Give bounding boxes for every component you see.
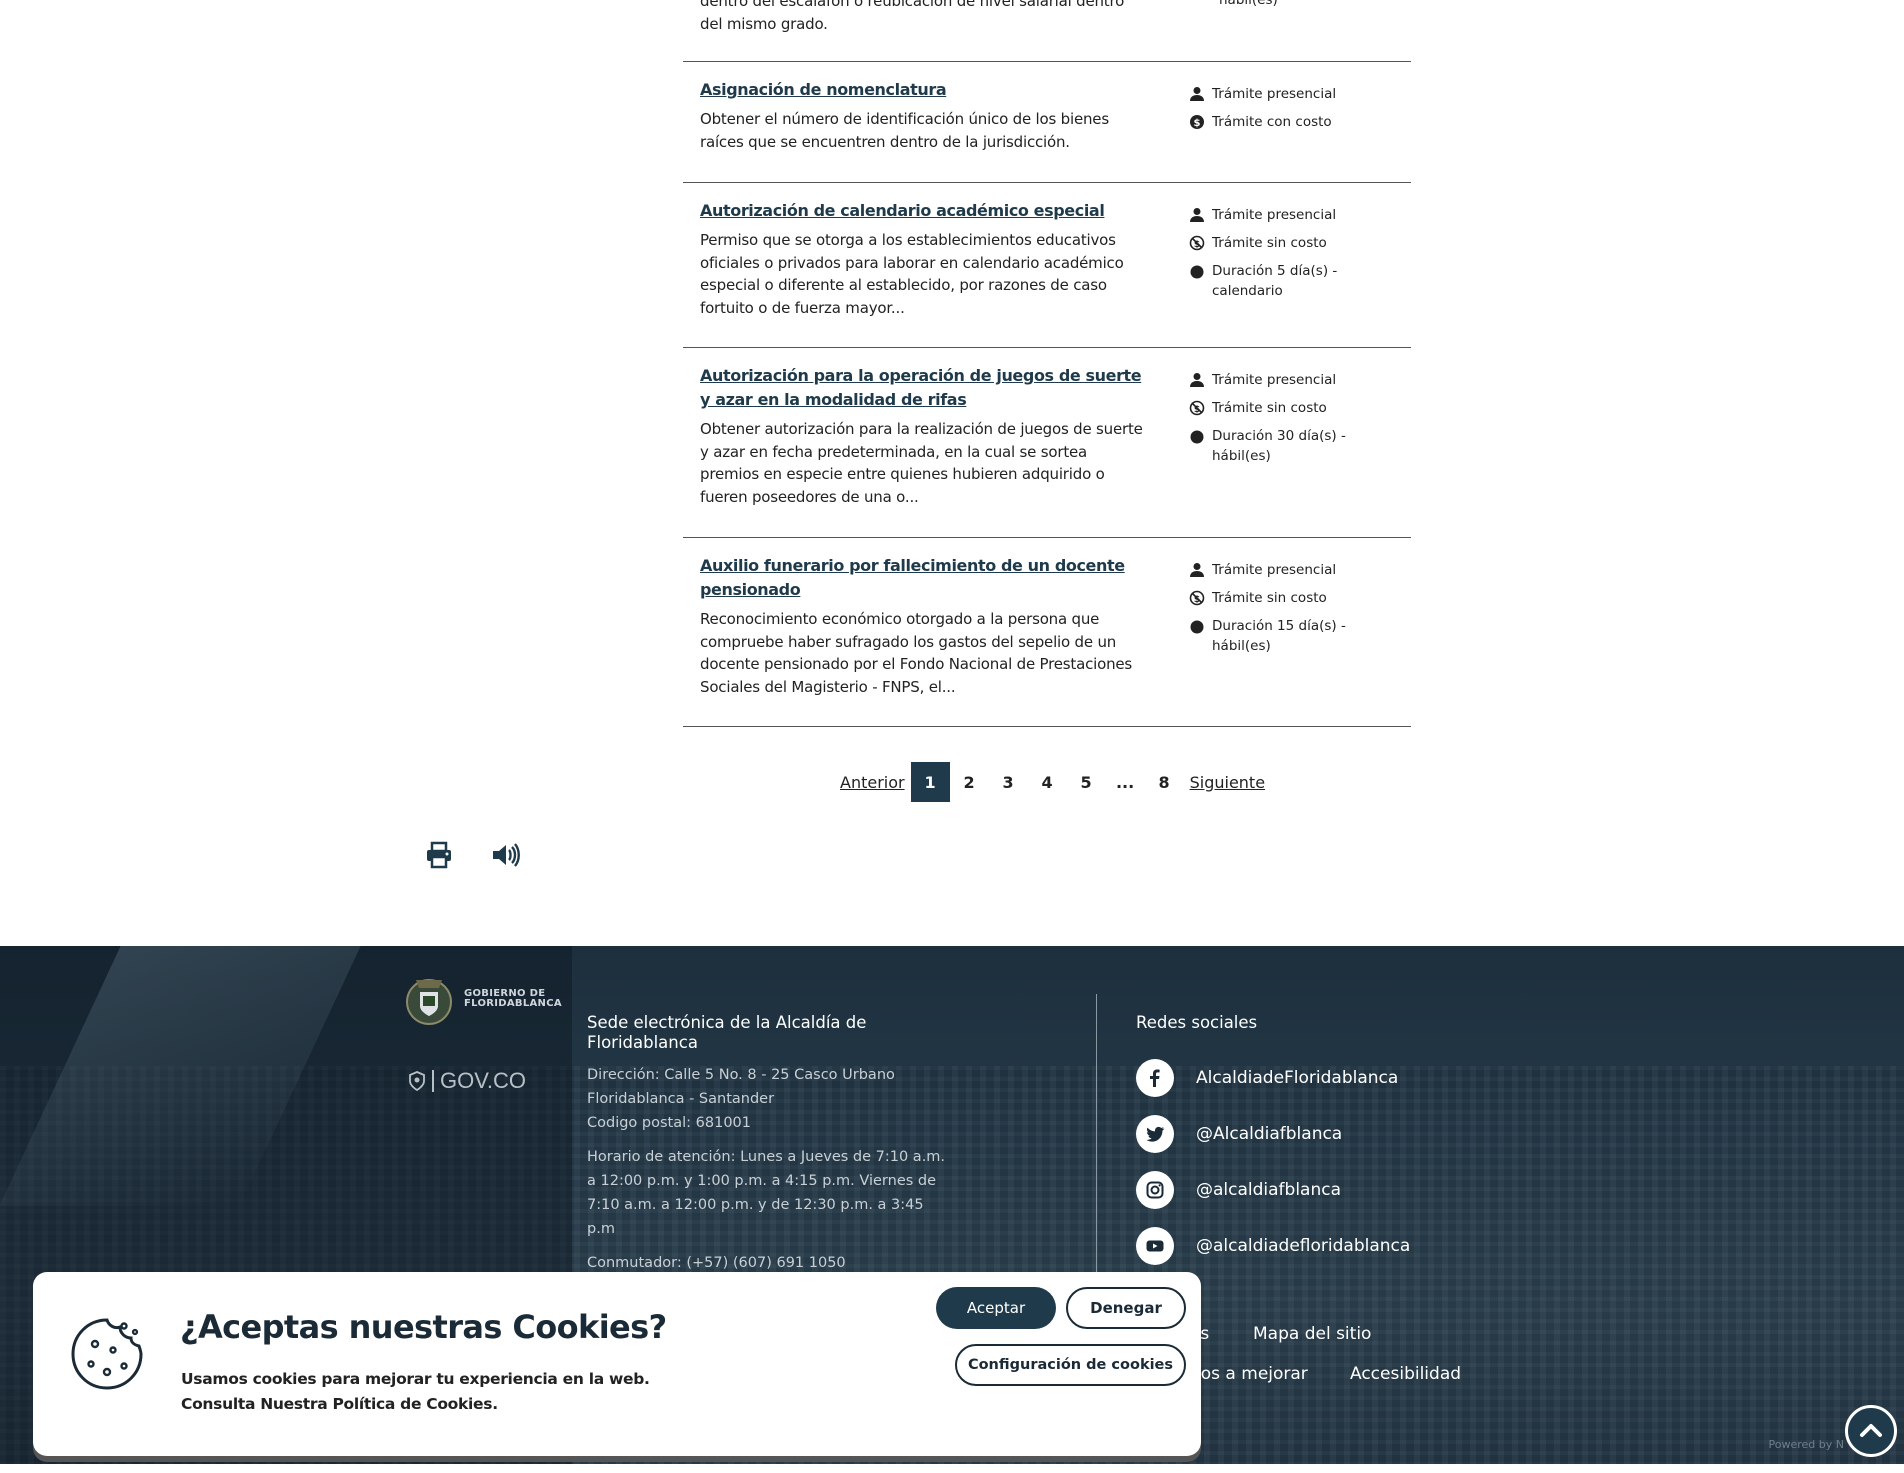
instagram-link[interactable]: @alcaldiafblanca [1136,1171,1410,1209]
cookie-policy-link[interactable]: Consulta Nuestra Política de Cookies. [181,1392,650,1417]
modality-info: Trámite presencial [1189,205,1389,225]
no-cost-icon: $ [1189,235,1205,251]
person-icon [1189,207,1205,223]
accept-cookies-button[interactable]: Aceptar [936,1287,1056,1329]
pagination-prev-link[interactable]: Anterior [834,773,911,792]
deny-cookies-button[interactable]: Denegar [1066,1287,1186,1329]
footer-divider [1096,994,1097,1274]
procedure-item: dentro del escalafón o reubicación de ni… [683,0,1411,62]
svg-text:$: $ [1194,118,1201,129]
cookie-text: Usamos cookies para mejorar tu experienc… [181,1367,650,1417]
government-logo[interactable]: GOBIERNO DE FLORIDABLANCA [402,972,562,1026]
help-us-improve-link[interactable]: nos a mejorar [1190,1364,1308,1384]
facebook-link[interactable]: AlcaldiadeFloridablanca [1136,1059,1410,1097]
instagram-icon [1146,1181,1164,1199]
cookie-text-line: Usamos cookies para mejorar tu experienc… [181,1370,650,1388]
cookie-icon [71,1318,143,1390]
scroll-to-top-button[interactable] [1845,1405,1897,1457]
cookie-settings-button[interactable]: Configuración de cookies [955,1344,1186,1386]
cost-info: $ Trámite sin costo [1189,588,1389,608]
duration-info: Duración 30 día(s) - hábil(es) [1189,426,1389,466]
sede-title: Sede electrónica de la Alcaldía de Flori… [587,1013,867,1052]
social-networks: Redes sociales AlcaldiadeFloridablanca @… [1136,1013,1410,1265]
procedure-title-link[interactable]: Auxilio funerario por fallecimiento de u… [700,554,1150,602]
contact-info: Sede electrónica de la Alcaldía de Flori… [587,1013,947,1275]
cookie-banner: ¿Aceptas nuestras Cookies? Usamos cookie… [33,1272,1201,1456]
cost-info: $ Trámite con costo [1189,112,1389,132]
modality-info: Trámite presencial [1189,370,1389,390]
procedure-item: Asignación de nomenclatura Obtener el nú… [683,62,1411,183]
twitter-link[interactable]: @Alcaldiafblanca [1136,1115,1410,1153]
duration-info: Duración 5 día(s) - calendario [1189,261,1389,301]
duration-info: hábil(es) [1219,0,1278,8]
twitter-icon [1146,1126,1165,1142]
procedure-description: Permiso que se otorga a los establecimie… [700,231,1124,317]
pagination-page-8[interactable]: 8 [1145,762,1184,802]
pagination-page-1[interactable]: 1 [910,762,950,802]
procedure-title-link[interactable]: Autorización de calendario académico esp… [700,199,1150,223]
youtube-icon [1146,1240,1164,1252]
cost-icon: $ [1189,114,1205,130]
no-cost-icon: $ [1189,400,1205,416]
procedure-description: Obtener autorización para la realización… [700,420,1143,506]
shield-icon [409,1071,425,1091]
procedure-item: Autorización de calendario académico esp… [683,183,1411,348]
pagination-page-4[interactable]: 4 [1028,762,1067,802]
clock-icon [1189,263,1205,279]
office-hours-text: Horario de atención: Lunes a Jueves de 7… [587,1149,946,1237]
pagination-next-link[interactable]: Siguiente [1184,773,1271,792]
footer-links-row-2: nos a mejorar Accesibilidad [1190,1364,1461,1384]
clock-icon [1189,428,1205,444]
print-icon[interactable] [424,840,454,870]
pagination-page-3[interactable]: 3 [989,762,1028,802]
sitemap-link[interactable]: Mapa del sitio [1253,1324,1371,1344]
government-logo-text: GOBIERNO DE FLORIDABLANCA [464,988,562,1009]
accessibility-link[interactable]: Accesibilidad [1350,1364,1461,1384]
procedure-item: Autorización para la operación de juegos… [683,348,1411,538]
powered-by: Powered by N [1768,1438,1844,1451]
clock-icon [1189,618,1205,634]
cost-info: $ Trámite sin costo [1189,398,1389,418]
speaker-icon[interactable] [490,840,520,870]
procedure-title-link[interactable]: Autorización para la operación de juegos… [700,364,1150,412]
gov-co-text: GOV.CO [440,1068,526,1093]
address-text: Dirección: Calle 5 No. 8 - 25 Casco Urba… [587,1067,895,1131]
duration-info: Duración 15 día(s) - hábil(es) [1189,616,1389,656]
social-title: Redes sociales [1136,1013,1258,1032]
pagination-page-2[interactable]: 2 [950,762,989,802]
cost-info: $ Trámite sin costo [1189,233,1389,253]
person-icon [1189,372,1205,388]
procedure-description: Obtener el número de identificación únic… [700,110,1109,151]
pagination: Anterior 1 2 3 4 5 ... 8 Siguiente [834,762,1271,802]
pagination-ellipsis: ... [1115,772,1135,792]
procedure-description: dentro del escalafón o reubicación de ni… [700,0,1125,33]
procedure-item: Auxilio funerario por fallecimiento de u… [683,538,1411,727]
modality-info: Trámite presencial [1189,560,1389,580]
facebook-icon [1150,1069,1160,1087]
gov-co-logo[interactable]: GOV.CO [408,1068,526,1094]
no-cost-icon: $ [1189,590,1205,606]
pagination-page-5[interactable]: 5 [1067,762,1106,802]
modality-info: Trámite presencial [1189,84,1389,104]
person-icon [1189,86,1205,102]
cookie-title: ¿Aceptas nuestras Cookies? [180,1308,667,1346]
procedure-title-link[interactable]: Asignación de nomenclatura [700,78,1150,102]
youtube-link[interactable]: @alcaldiadefloridablanca [1136,1227,1410,1265]
chevron-up-icon [1860,1424,1882,1437]
coat-of-arms-icon [406,979,452,1025]
divider [432,1070,434,1092]
page-tools [424,840,520,870]
procedure-description: Reconocimiento económico otorgado a la p… [700,610,1133,696]
person-icon [1189,562,1205,578]
